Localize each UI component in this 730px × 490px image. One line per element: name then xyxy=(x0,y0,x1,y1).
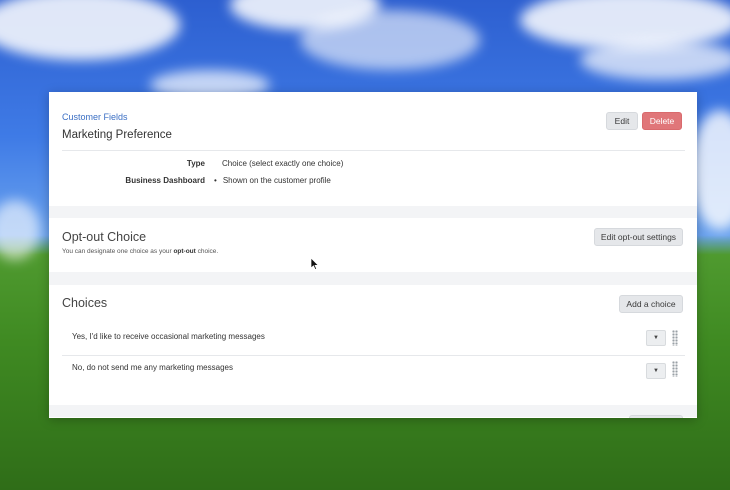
header-divider xyxy=(62,150,685,151)
field-header-card: Customer Fields Marketing Preference Edi… xyxy=(49,92,697,206)
bullet-icon: • xyxy=(214,176,217,185)
helper-prefix: You can designate one choice as your xyxy=(62,248,174,255)
choices-card: Choices Add a choice Yes, I'd like to re… xyxy=(49,285,697,405)
caret-down-icon[interactable]: ▼ xyxy=(646,330,666,346)
app-window: Customer Fields Marketing Preference Edi… xyxy=(49,92,697,418)
choices-title: Choices xyxy=(62,296,108,310)
next-section-button[interactable] xyxy=(629,415,683,418)
delete-button[interactable]: Delete xyxy=(642,112,682,130)
choice-divider xyxy=(62,355,685,356)
cloud xyxy=(300,10,480,70)
edit-opt-out-settings-button[interactable]: Edit opt-out settings xyxy=(594,228,683,246)
property-value-type: Choice (select exactly one choice) xyxy=(222,159,344,168)
opt-out-helper-text: You can designate one choice as your opt… xyxy=(62,248,218,255)
property-label-business-dashboard: Business Dashboard xyxy=(125,176,205,185)
cloud xyxy=(0,0,180,60)
choice-label: No, do not send me any marketing message… xyxy=(72,363,233,372)
property-label-type: Type xyxy=(186,159,205,168)
opt-out-title: Opt-out Choice xyxy=(62,230,147,244)
opt-out-card: Opt-out Choice You can designate one cho… xyxy=(49,218,697,272)
helper-suffix: choice. xyxy=(195,248,219,255)
cloud xyxy=(580,40,730,80)
breadcrumb[interactable]: Customer Fields xyxy=(62,112,128,122)
cloud xyxy=(0,200,40,260)
edit-button[interactable]: Edit xyxy=(606,112,638,130)
next-section-card xyxy=(49,415,697,418)
property-value-text: Shown on the customer profile xyxy=(222,176,331,185)
property-value-business-dashboard: • Shown on the customer profile xyxy=(214,176,331,185)
caret-down-icon[interactable]: ▼ xyxy=(646,363,666,379)
drag-handle-icon[interactable] xyxy=(672,361,678,377)
add-choice-button[interactable]: Add a choice xyxy=(619,295,683,313)
choice-label: Yes, I'd like to receive occasional mark… xyxy=(72,332,265,341)
helper-bold: opt-out xyxy=(173,248,196,255)
page-title: Marketing Preference xyxy=(62,129,172,141)
mouse-pointer-icon xyxy=(311,258,319,270)
drag-handle-icon[interactable] xyxy=(672,330,678,346)
